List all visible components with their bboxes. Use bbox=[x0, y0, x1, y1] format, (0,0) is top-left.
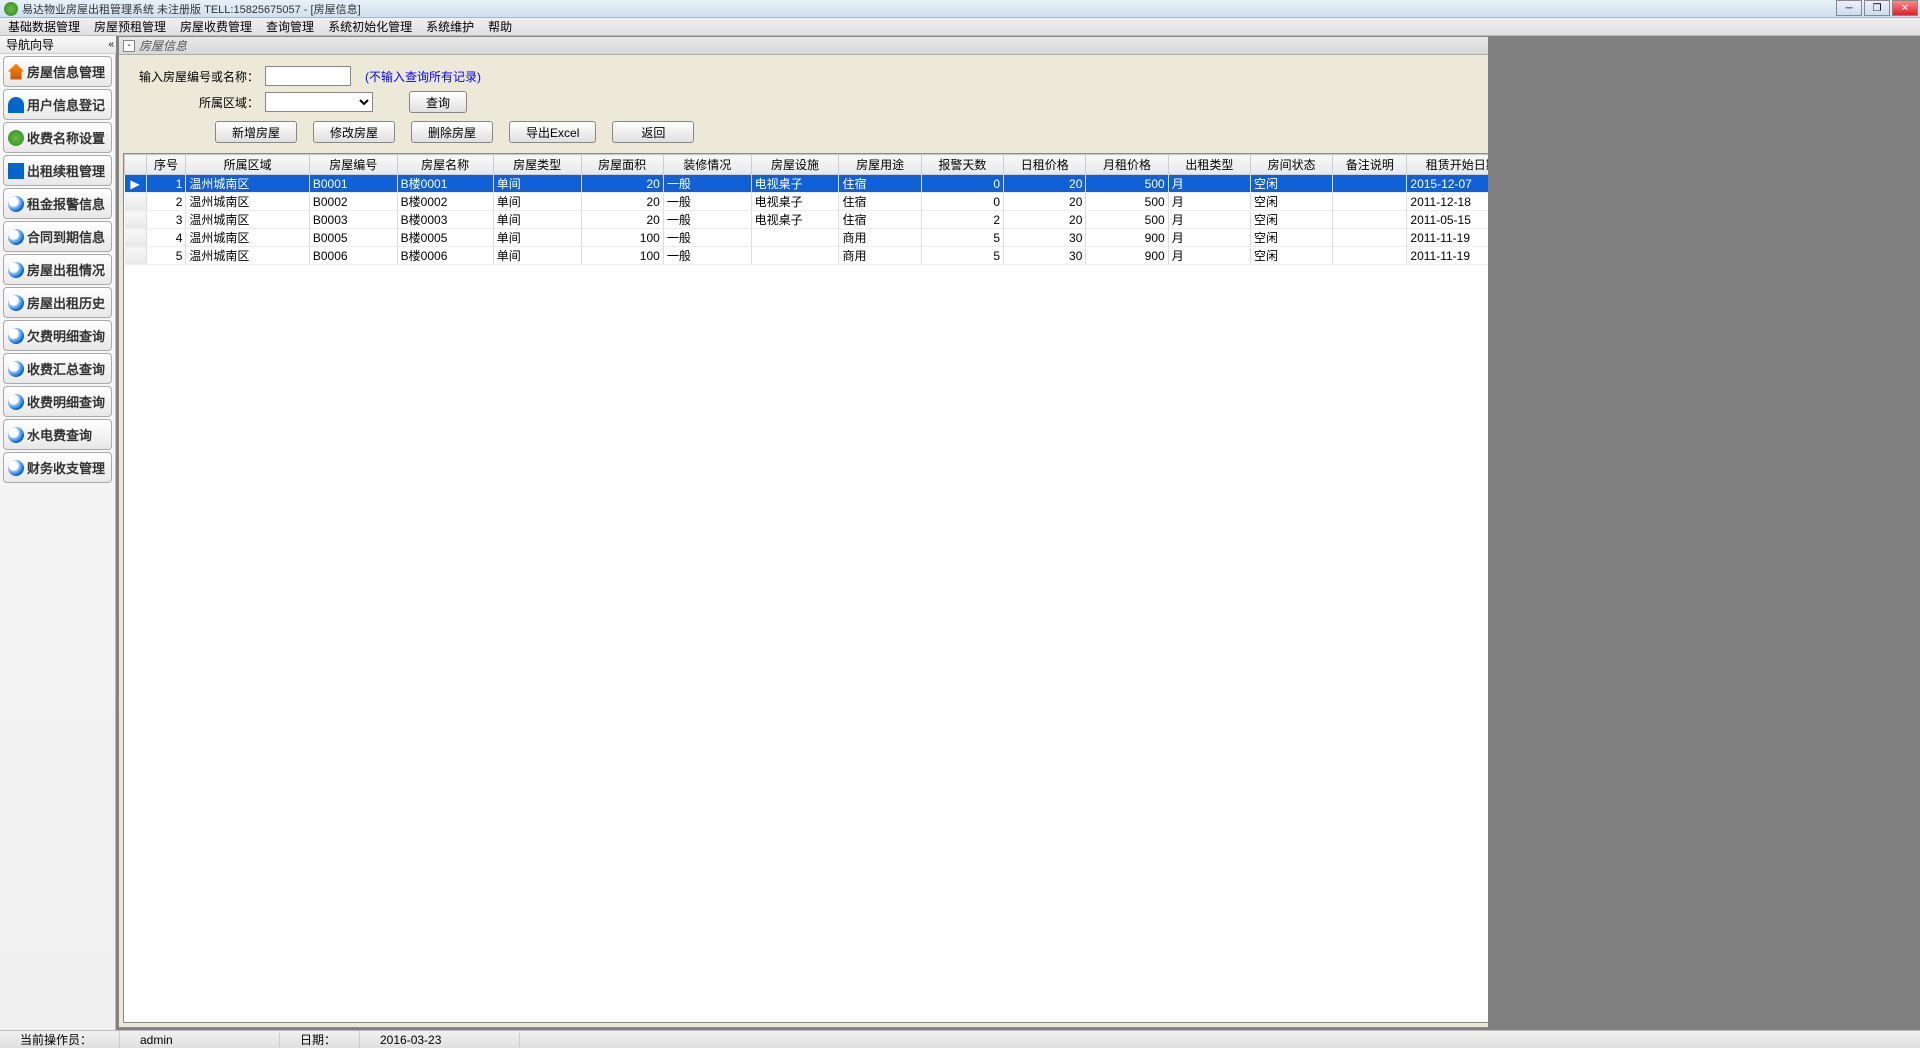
sidebar-item-label: 房屋出租情况 bbox=[27, 260, 105, 279]
input-house-code[interactable] bbox=[265, 66, 351, 86]
query-hint: (不输入查询所有记录) bbox=[365, 68, 481, 85]
col-header[interactable]: 房屋设施 bbox=[751, 155, 839, 175]
sidebar-item-rent-status[interactable]: 房屋出租情况 bbox=[3, 254, 112, 285]
app-icon bbox=[4, 2, 18, 16]
sidebar-item-label: 财务收支管理 bbox=[27, 458, 105, 477]
search-icon bbox=[8, 460, 24, 476]
search-icon bbox=[8, 394, 24, 410]
menu-query[interactable]: 查询管理 bbox=[262, 18, 318, 35]
sidebar-item-arrears-detail[interactable]: 欠费明细查询 bbox=[3, 320, 112, 351]
back-button[interactable]: 返回 bbox=[612, 121, 694, 143]
desktop-background-strip bbox=[1488, 36, 1920, 1030]
search-icon bbox=[8, 328, 24, 344]
sidebar-item-label: 出租续租管理 bbox=[27, 161, 105, 180]
nav-title: 导航向导 bbox=[6, 36, 54, 53]
status-date-value: 2016-03-23 bbox=[360, 1033, 520, 1047]
add-house-button[interactable]: 新增房屋 bbox=[215, 121, 297, 143]
col-header[interactable]: 备注说明 bbox=[1333, 155, 1407, 175]
col-header[interactable]: 出租类型 bbox=[1168, 155, 1250, 175]
sidebar-item-user-reg[interactable]: 用户信息登记 bbox=[3, 89, 112, 120]
delete-house-button[interactable]: 删除房屋 bbox=[411, 121, 493, 143]
sidebar-item-fee-detail[interactable]: 收费明细查询 bbox=[3, 386, 112, 417]
status-operator-label: 当前操作员： bbox=[0, 1031, 120, 1048]
menu-maintain[interactable]: 系统维护 bbox=[422, 18, 478, 35]
col-header[interactable]: 房屋面积 bbox=[581, 155, 663, 175]
yen-icon bbox=[8, 130, 24, 146]
search-icon bbox=[8, 196, 24, 212]
search-icon bbox=[8, 229, 24, 245]
user-icon bbox=[8, 97, 24, 113]
window-minimize-button[interactable]: ─ bbox=[1836, 0, 1862, 16]
col-header[interactable]: 房屋名称 bbox=[397, 155, 493, 175]
col-header[interactable]: 房屋编号 bbox=[309, 155, 397, 175]
sidebar-item-contract-expire[interactable]: 合同到期信息 bbox=[3, 221, 112, 252]
menu-basic-data[interactable]: 基础数据管理 bbox=[4, 18, 84, 35]
sidebar-item-label: 收费名称设置 bbox=[27, 128, 105, 147]
sidebar-item-house-info[interactable]: 房屋信息管理 bbox=[3, 56, 112, 87]
menu-init[interactable]: 系统初始化管理 bbox=[324, 18, 416, 35]
col-header[interactable]: 日租价格 bbox=[1004, 155, 1086, 175]
app-titlebar: 易达物业房屋出租管理系统 未注册版 TELL:15825675057 - [房屋… bbox=[0, 0, 1920, 18]
menu-pre-rent[interactable]: 房屋预租管理 bbox=[90, 18, 170, 35]
sidebar-item-label: 收费明细查询 bbox=[27, 392, 105, 411]
app-title: 易达物业房屋出租管理系统 未注册版 TELL:15825675057 - [房屋… bbox=[22, 1, 361, 17]
sidebar-item-label: 用户信息登记 bbox=[27, 95, 105, 114]
search-icon bbox=[8, 361, 24, 377]
search-icon bbox=[8, 295, 24, 311]
search-icon bbox=[8, 262, 24, 278]
nav-header: 导航向导 « bbox=[0, 36, 116, 54]
sidebar-item-rent-history[interactable]: 房屋出租历史 bbox=[3, 287, 112, 318]
sidebar: 房屋信息管理 用户信息登记 收费名称设置 出租续租管理 租金报警信息 合同到期信… bbox=[0, 54, 116, 1030]
sidebar-item-rent-renew[interactable]: 出租续租管理 bbox=[3, 155, 112, 186]
edit-house-button[interactable]: 修改房屋 bbox=[313, 121, 395, 143]
col-header[interactable]: 房屋用途 bbox=[839, 155, 921, 175]
window-close-button[interactable]: ✕ bbox=[1892, 0, 1918, 16]
menu-fee[interactable]: 房屋收费管理 bbox=[176, 18, 256, 35]
sidebar-item-utility-query[interactable]: 水电费查询 bbox=[3, 419, 112, 450]
select-area[interactable] bbox=[265, 92, 373, 112]
window-maximize-button[interactable]: ❐ bbox=[1864, 0, 1890, 16]
sidebar-item-finance[interactable]: 财务收支管理 bbox=[3, 452, 112, 483]
menu-help[interactable]: 帮助 bbox=[484, 18, 516, 35]
arrows-icon bbox=[8, 163, 24, 179]
sidebar-item-label: 房屋出租历史 bbox=[27, 293, 105, 312]
status-operator-value: admin bbox=[120, 1033, 280, 1047]
sidebar-item-fee-name[interactable]: 收费名称设置 bbox=[3, 122, 112, 153]
sidebar-item-label: 租金报警信息 bbox=[27, 194, 105, 213]
label-area: 所属区域： bbox=[139, 94, 259, 111]
col-header[interactable]: 序号 bbox=[146, 155, 186, 175]
col-header[interactable]: 装修情况 bbox=[663, 155, 751, 175]
sidebar-item-label: 欠费明细查询 bbox=[27, 326, 105, 345]
col-header[interactable]: 报警天数 bbox=[921, 155, 1003, 175]
sidebar-item-label: 水电费查询 bbox=[27, 425, 92, 444]
statusbar: 当前操作员： admin 日期： 2016-03-23 bbox=[0, 1030, 1920, 1048]
col-header[interactable]: 所属区域 bbox=[186, 155, 309, 175]
sidebar-item-label: 合同到期信息 bbox=[27, 227, 105, 246]
status-date-label: 日期： bbox=[280, 1031, 360, 1048]
sidebar-item-label: 收费汇总查询 bbox=[27, 359, 105, 378]
search-icon bbox=[8, 427, 24, 443]
sidebar-item-fee-summary[interactable]: 收费汇总查询 bbox=[3, 353, 112, 384]
export-excel-button[interactable]: 导出Excel bbox=[509, 121, 596, 143]
house-icon bbox=[8, 64, 24, 80]
child-title: 房屋信息 bbox=[139, 37, 187, 54]
sidebar-item-label: 房屋信息管理 bbox=[27, 62, 105, 81]
menubar: 基础数据管理 房屋预租管理 房屋收费管理 查询管理 系统初始化管理 系统维护 帮… bbox=[0, 18, 1920, 36]
query-button[interactable]: 查询 bbox=[409, 91, 467, 113]
label-house-code: 输入房屋编号或名称： bbox=[139, 68, 259, 85]
child-system-menu-icon[interactable]: - bbox=[123, 40, 135, 52]
col-header[interactable]: 月租价格 bbox=[1086, 155, 1168, 175]
sidebar-item-rent-alarm[interactable]: 租金报警信息 bbox=[3, 188, 112, 219]
nav-collapse-icon[interactable]: « bbox=[108, 39, 114, 50]
col-header[interactable]: 房间状态 bbox=[1251, 155, 1333, 175]
col-header[interactable]: 房屋类型 bbox=[493, 155, 581, 175]
